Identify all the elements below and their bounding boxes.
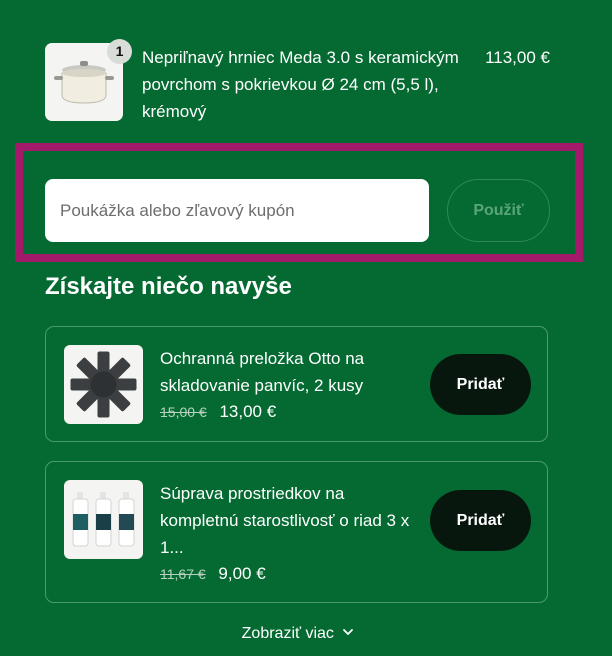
new-price: 9,00 € (218, 564, 266, 583)
coupon-input[interactable] (45, 179, 429, 242)
upsell-card: Ochranná preložka Otto na skladovanie pa… (45, 326, 548, 442)
cart-item-title[interactable]: Nepriľnavý hrniec Meda 3.0 s keramickým … (142, 44, 472, 125)
product-image-pan-protector[interactable] (64, 345, 143, 424)
old-price: 15,00 € (160, 404, 207, 420)
product-image-pot[interactable]: 1 (45, 39, 132, 121)
cart-panel: 1 Nepriľnavý hrniec Meda 3.0 s keramický… (0, 0, 612, 656)
cart-item-price: 113,00 € (485, 48, 550, 67)
upsell-card: Súprava prostriedkov na kompletnú staros… (45, 461, 548, 603)
new-price: 13,00 € (219, 402, 277, 421)
show-more-link[interactable]: Zobraziť viac (0, 623, 596, 645)
cleaning-bottles-icon (72, 492, 135, 547)
chevron-down-icon (342, 623, 354, 645)
price-row: 15,00 € 13,00 € (160, 400, 276, 424)
upsell-heading: Získajte niečo navyše (45, 273, 292, 300)
pan-protector-icon (70, 351, 137, 418)
apply-coupon-button[interactable]: Použiť (447, 179, 550, 242)
show-more-label: Zobraziť viac (241, 625, 334, 643)
upsell-item-title[interactable]: Ochranná preložka Otto na skladovanie pa… (160, 345, 410, 399)
old-price: 11,67 € (160, 566, 206, 582)
upsell-item-title[interactable]: Súprava prostriedkov na kompletnú staros… (160, 480, 410, 561)
add-to-cart-button[interactable]: Pridať (430, 354, 531, 415)
cart-item: 1 Nepriľnavý hrniec Meda 3.0 s keramický… (45, 38, 555, 128)
quantity-badge: 1 (107, 39, 132, 64)
product-image-cleaning-set[interactable] (64, 480, 143, 559)
add-to-cart-button[interactable]: Pridať (430, 490, 531, 551)
price-row: 11,67 € 9,00 € (160, 562, 266, 586)
